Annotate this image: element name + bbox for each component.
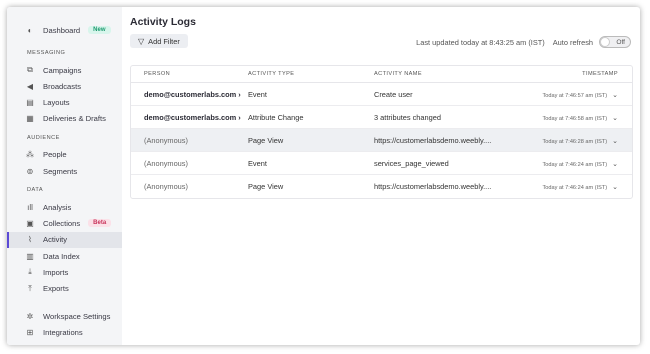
column-header-activity-type[interactable]: ACTIVITY TYPE <box>248 71 374 77</box>
sidebar-item-imports[interactable]: ⤓ Imports <box>7 264 122 280</box>
sidebar-item-label: Collections <box>43 218 81 228</box>
sidebar-item-broadcasts[interactable]: ◀ Broadcasts <box>7 78 122 94</box>
column-header-activity-name[interactable]: ACTIVITY NAME <box>374 71 526 77</box>
timestamp: Today at 7:46:24 am (IST) <box>542 161 608 168</box>
sidebar-item-exports[interactable]: ⤒ Exports <box>7 281 122 297</box>
sidebar-item-label: People <box>43 150 67 160</box>
export-icon: ⤒ <box>28 283 32 293</box>
activity-type: Event <box>248 89 267 99</box>
activity-name: https://customerlabsdemo.weebly.... <box>374 135 492 145</box>
activity-type: Attribute Change <box>248 112 304 122</box>
sidebar-item-collections[interactable]: ▣ Collections Beta <box>7 215 122 231</box>
activity-type: Event <box>248 158 267 168</box>
sidebar-item-people[interactable]: ⁂ People <box>7 147 122 163</box>
activity-name: services_page_viewed <box>374 158 449 168</box>
activity-name: https://customerlabsdemo.weebly.... <box>374 182 492 191</box>
sidebar-item-data-index[interactable]: ▥ Data Index <box>7 248 122 264</box>
sidebar-item-layouts[interactable]: ▤ Layouts <box>7 95 122 111</box>
campaigns-icon: ⧉ <box>27 65 33 74</box>
person-anonymous: (Anonymous) <box>144 182 188 191</box>
timestamp: Today at 7:46:58 am (IST) <box>542 115 608 122</box>
toggle-knob <box>600 37 610 47</box>
sidebar-item-label: Integrations <box>43 328 83 338</box>
sidebar: ◐ Dashboard New MESSAGING ⧉ Campaigns ◀ … <box>7 7 122 345</box>
sidebar-item-campaigns[interactable]: ⧉ Campaigns <box>7 62 122 78</box>
people-icon: ⁂ <box>26 150 34 160</box>
data-index-icon: ▥ <box>26 251 34 261</box>
page-title: Activity Logs <box>130 16 196 28</box>
new-badge: New <box>88 26 111 34</box>
sidebar-item-workspace-settings[interactable]: ✲ Workspace Settings <box>7 309 122 325</box>
column-header-timestamp[interactable]: TIMESTAMP <box>526 71 632 77</box>
section-label-data: DATA <box>27 187 44 194</box>
person-link[interactable]: demo@customerlabs.com › <box>131 90 248 99</box>
beta-badge: Beta <box>88 219 112 228</box>
sidebar-item-label: Deliveries & Drafts <box>43 114 106 124</box>
person-link[interactable]: demo@customerlabs.com › <box>131 113 248 122</box>
chevron-down-icon[interactable]: ⌄ <box>612 137 618 145</box>
sidebar-item-label: Layouts <box>43 98 70 108</box>
toggle-state: Off <box>616 38 625 46</box>
chevron-down-icon[interactable]: ⌄ <box>612 114 618 122</box>
sidebar-item-label: Exports <box>43 284 69 294</box>
activity-icon: ⌇ <box>28 235 32 245</box>
auto-refresh-label: Auto refresh <box>552 37 593 47</box>
auto-refresh-toggle[interactable]: Off <box>599 36 631 48</box>
timestamp: Today at 7:46:28 am (IST) <box>542 138 608 145</box>
activity-type: Page View <box>248 135 284 145</box>
sidebar-item-analysis[interactable]: ıll Analysis <box>7 199 122 215</box>
column-header-person[interactable]: PERSON <box>131 71 248 77</box>
sidebar-item-deliveries[interactable]: ▦ Deliveries & Drafts <box>7 111 122 127</box>
sidebar-item-label: Campaigns <box>43 65 82 75</box>
sidebar-item-integrations[interactable]: ⊞ Integrations <box>7 325 122 341</box>
activity-type: Page View <box>248 182 284 191</box>
chevron-down-icon[interactable]: ⌄ <box>612 183 618 191</box>
person-anonymous: (Anonymous) <box>144 158 188 168</box>
sidebar-item-label: Activity <box>43 235 68 245</box>
sidebar-item-label: Segments <box>43 166 78 176</box>
chevron-down-icon[interactable]: ⌄ <box>612 91 618 99</box>
add-filter-button[interactable]: ▽ Add Filter <box>130 34 188 48</box>
sidebar-item-dashboard[interactable]: ◐ Dashboard New <box>7 22 122 38</box>
add-filter-label: Add Filter <box>148 36 180 46</box>
layouts-icon: ▤ <box>26 98 34 108</box>
person-anonymous: (Anonymous) <box>144 135 188 145</box>
import-icon: ⤓ <box>28 267 32 277</box>
filter-icon: ▽ <box>138 36 145 46</box>
refresh-bar: Last updated today at 8:43:25 am (IST) A… <box>416 36 631 48</box>
table-row[interactable]: (Anonymous) Page View https://customerla… <box>131 129 632 152</box>
app-window: ◐ Dashboard New MESSAGING ⧉ Campaigns ◀ … <box>7 7 640 345</box>
activity-name: Create user <box>374 89 413 99</box>
sidebar-item-label: Analysis <box>43 202 72 212</box>
chevron-down-icon[interactable]: ⌄ <box>612 160 618 168</box>
integrations-icon: ⊞ <box>26 328 34 338</box>
segments-icon: ⊚ <box>26 166 34 176</box>
section-label-messaging: MESSAGING <box>27 50 66 56</box>
activity-table: PERSON ACTIVITY TYPE ACTIVITY NAME TIMES… <box>130 65 633 199</box>
sidebar-item-label: Data Index <box>43 251 80 261</box>
sidebar-item-segments[interactable]: ⊚ Segments <box>7 163 122 179</box>
gear-icon: ✲ <box>26 312 34 322</box>
sidebar-item-label: Broadcasts <box>43 81 81 91</box>
table-row[interactable]: demo@customerlabs.com › Event Create use… <box>131 83 632 106</box>
table-row[interactable]: demo@customerlabs.com › Attribute Change… <box>131 106 632 129</box>
collections-icon: ▣ <box>26 218 34 228</box>
megaphone-icon: ◀ <box>26 81 34 91</box>
sidebar-item-label: Dashboard <box>43 25 81 35</box>
table-header: PERSON ACTIVITY TYPE ACTIVITY NAME TIMES… <box>131 66 632 83</box>
timestamp: Today at 7:46:24 am (IST) <box>542 185 608 191</box>
table-row[interactable]: (Anonymous) Event services_page_viewed T… <box>131 152 632 175</box>
sidebar-item-label: Imports <box>43 267 69 277</box>
dashboard-icon: ◐ <box>27 25 33 35</box>
sidebar-item-activity[interactable]: ⌇ Activity <box>7 231 122 248</box>
chart-icon: ıll <box>27 202 33 212</box>
sidebar-item-label: Workspace Settings <box>43 312 111 322</box>
section-label-audience: AUDIENCE <box>27 134 60 141</box>
table-row[interactable]: (Anonymous) Page View https://customerla… <box>131 175 632 198</box>
activity-name: 3 attributes changed <box>374 112 441 122</box>
last-updated-text: Last updated today at 8:43:25 am (IST) <box>416 37 545 47</box>
document-icon: ▦ <box>26 114 34 124</box>
timestamp: Today at 7:46:57 am (IST) <box>542 92 608 99</box>
